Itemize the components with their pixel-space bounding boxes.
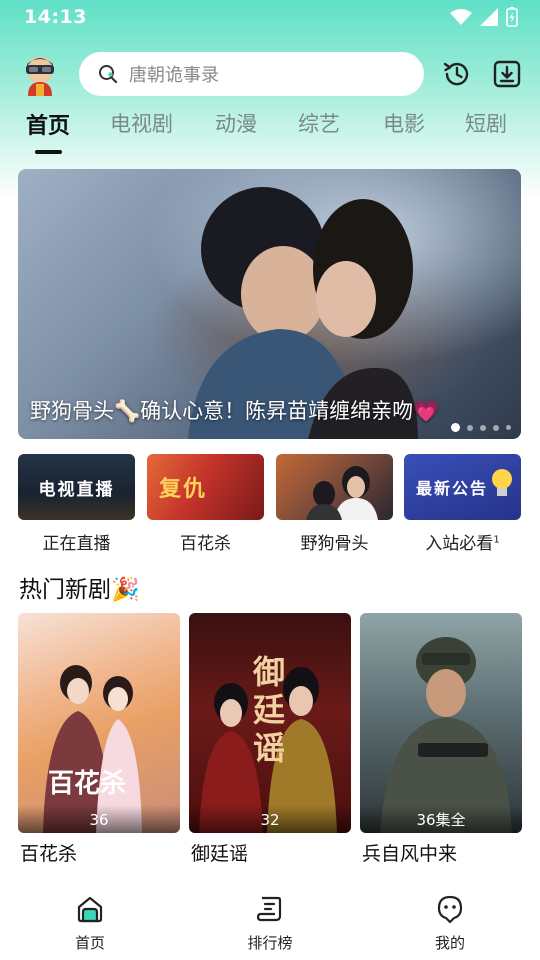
active-tab-indicator <box>35 150 62 154</box>
drama-poster-text: 御廷谣 <box>252 653 285 767</box>
pagination-dot <box>467 424 473 431</box>
tab-tv-series[interactable]: 电视剧 <box>110 108 173 138</box>
episode-count: 36 <box>18 805 180 833</box>
drama-card[interactable]: 百花杀 36 百花杀 <box>18 613 180 865</box>
tab-movie[interactable]: 电影 <box>383 108 425 138</box>
wifi-icon <box>450 9 472 25</box>
drama-title: 御廷谣 <box>191 843 249 865</box>
lightbulb-icon <box>492 469 512 496</box>
bottom-navigation: 首页 排行榜 我的 <box>0 880 540 960</box>
yegou-thumbnail-art <box>306 466 378 520</box>
search-placeholder: 唐朝诡事录 <box>129 65 219 86</box>
status-bar: 14:13 <box>0 0 540 34</box>
nav-label: 我的 <box>434 934 465 952</box>
live-thumbnail: 电视直播 <box>18 454 135 520</box>
category-tabs: 首页 电视剧 动漫 综艺 电影 短剧 <box>0 108 540 158</box>
featured-banner[interactable]: 野狗骨头🦴确认心意！陈昇苗靖缠绵亲吻💗 <box>18 169 521 439</box>
drama-title: 兵自风中来 <box>362 843 458 865</box>
status-time: 14:13 <box>24 6 87 28</box>
pagination-dot <box>451 423 460 432</box>
quick-entry-label-text: 入站必看 <box>425 534 494 554</box>
signal-icon <box>480 8 498 26</box>
history-icon[interactable] <box>442 59 472 89</box>
quick-entry-label: 百花杀 <box>180 534 231 554</box>
nav-item-ranking[interactable]: 排行榜 <box>230 894 310 953</box>
nav-label: 排行榜 <box>247 934 293 952</box>
quick-entry-label: 入站必看1 <box>404 529 521 554</box>
nav-label: 首页 <box>74 934 105 952</box>
drama-poster: 36集全 <box>360 613 522 833</box>
status-icons <box>450 7 518 27</box>
ranking-icon <box>256 896 282 922</box>
announcement-thumbnail: 最新公告 <box>404 454 521 520</box>
live-thumbnail-text: 电视直播 <box>38 479 115 500</box>
quick-entry-must-see[interactable]: 最新公告 入站必看1 <box>404 454 521 554</box>
pagination-dot <box>506 425 511 430</box>
tab-anime[interactable]: 动漫 <box>215 108 257 138</box>
search-input[interactable]: 唐朝诡事录 <box>79 52 424 96</box>
avatar-icon[interactable] <box>20 52 60 96</box>
baihuasha-thumbnail: 复仇 <box>147 454 264 520</box>
drama-title: 百花杀 <box>20 843 78 865</box>
baihuasha-thumbnail-text: 复仇 <box>159 477 208 502</box>
battery-icon <box>506 7 518 27</box>
quick-entry-live[interactable]: 电视直播 正在直播 <box>18 454 135 554</box>
nav-item-profile[interactable]: 我的 <box>410 894 490 953</box>
quick-entry-baihuasha[interactable]: 复仇 百花杀 <box>147 454 264 554</box>
banner-title: 野狗骨头🦴确认心意！陈昇苗靖缠绵亲吻💗 <box>30 399 440 423</box>
notification-badge: 1 <box>493 534 500 546</box>
quick-entry-label: 正在直播 <box>42 534 111 554</box>
drama-poster: 御廷谣 32 <box>189 613 351 833</box>
drama-poster-art <box>43 665 142 833</box>
quick-entry-label: 野狗骨头 <box>300 534 369 554</box>
tab-home[interactable]: 首页 <box>26 108 70 140</box>
drama-card[interactable]: 御廷谣 32 御廷谣 <box>189 613 351 865</box>
pagination-dot <box>480 424 486 431</box>
home-icon <box>77 896 103 923</box>
header: 唐朝诡事录 <box>0 50 540 98</box>
tab-short-drama[interactable]: 短剧 <box>465 108 507 138</box>
nav-item-home[interactable]: 首页 <box>50 894 130 953</box>
pagination-dot <box>493 424 499 431</box>
drama-card[interactable]: 36集全 兵自风中来 <box>360 613 522 865</box>
download-icon[interactable] <box>492 59 522 89</box>
episode-count: 36集全 <box>360 805 522 833</box>
drama-poster-text: 百花杀 <box>48 769 127 799</box>
episode-count: 32 <box>189 805 351 833</box>
yegou-thumbnail <box>276 454 393 520</box>
drama-poster: 百花杀 36 <box>18 613 180 833</box>
banner-pagination <box>451 423 511 432</box>
tab-variety[interactable]: 综艺 <box>298 108 340 138</box>
quick-entry-yegou[interactable]: 野狗骨头 <box>276 454 393 554</box>
search-icon <box>99 65 118 84</box>
drama-poster-art <box>380 637 512 833</box>
section-title-hot-dramas: 热门新剧🎉 <box>19 577 140 603</box>
profile-icon <box>437 895 463 924</box>
